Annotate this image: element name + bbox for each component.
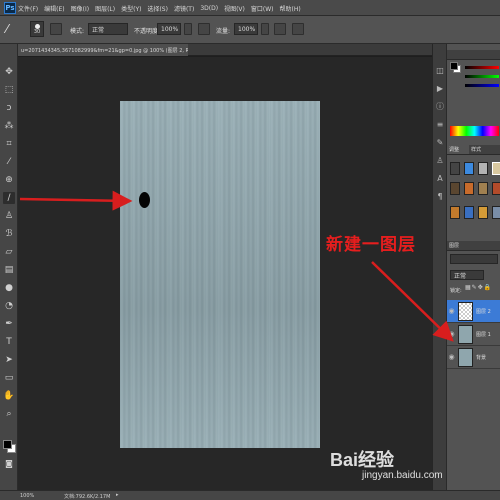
baidu-watermark-url: jingyan.baidu.com (362, 470, 443, 481)
annotation-arrows (19, 190, 454, 342)
annotation-label: 新建一图层 (326, 235, 416, 255)
foreground-color-swatch[interactable] (3, 440, 12, 449)
color-panel-foreground-swatch[interactable] (450, 62, 458, 70)
annotation-arrow-layer (371, 261, 454, 342)
baidu-watermark: Bai经验 (330, 450, 395, 470)
annotation-arrow-left (19, 190, 133, 211)
